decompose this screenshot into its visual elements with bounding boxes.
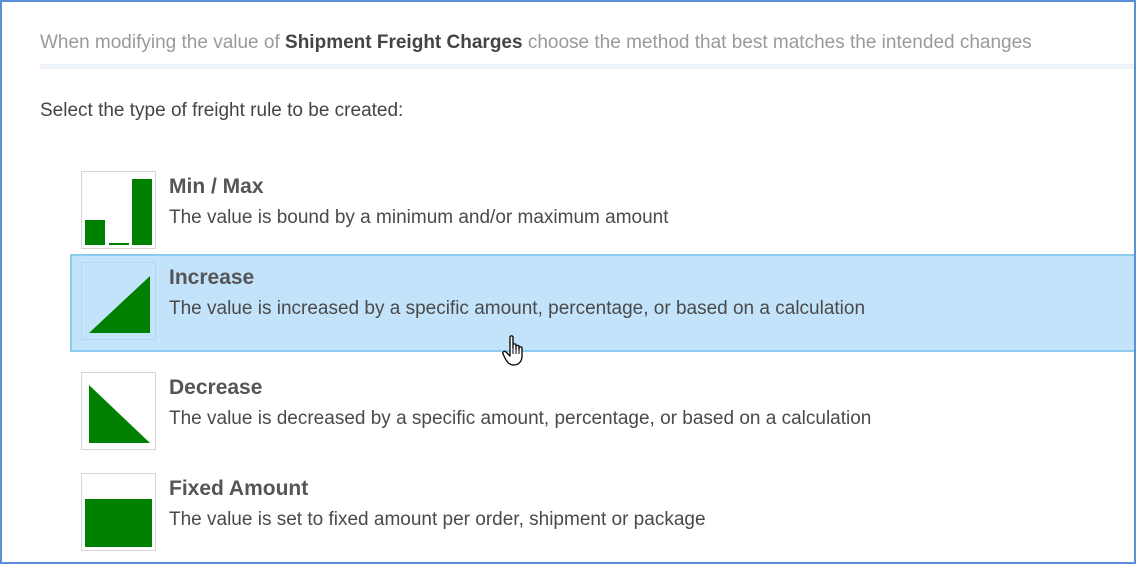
rule-type-prompt: Select the type of freight rule to be cr… [40,100,404,121]
intro-divider [40,64,1134,69]
option-title: Fixed Amount [169,477,309,500]
option-decrease[interactable]: Decrease The value is decreased by a spe… [70,364,1134,462]
intro-text: When modifying the value of Shipment Fre… [40,32,1032,54]
option-fixed-amount[interactable]: Fixed Amount The value is set to fixed a… [70,465,1134,562]
fixed-amount-icon [81,473,156,551]
intro-field-name: Shipment Freight Charges [285,32,523,53]
option-increase[interactable]: Increase The value is increased by a spe… [70,254,1134,352]
increase-icon [81,262,156,340]
min-max-icon [81,171,156,249]
intro-suffix: choose the method that best matches the … [527,32,1032,53]
decrease-icon [81,372,156,450]
option-description: The value is bound by a minimum and/or m… [169,207,669,228]
option-description: The value is decreased by a specific amo… [169,408,872,429]
option-title: Decrease [169,376,263,399]
intro-prefix: When modifying the value of [40,32,280,53]
option-title: Min / Max [169,175,264,198]
option-description: The value is set to fixed amount per ord… [169,509,706,530]
freight-rule-dialog: When modifying the value of Shipment Fre… [0,0,1136,564]
option-min-max[interactable]: Min / Max The value is bound by a minimu… [70,163,1134,261]
option-description: The value is increased by a specific amo… [169,298,866,319]
option-title: Increase [169,266,255,289]
